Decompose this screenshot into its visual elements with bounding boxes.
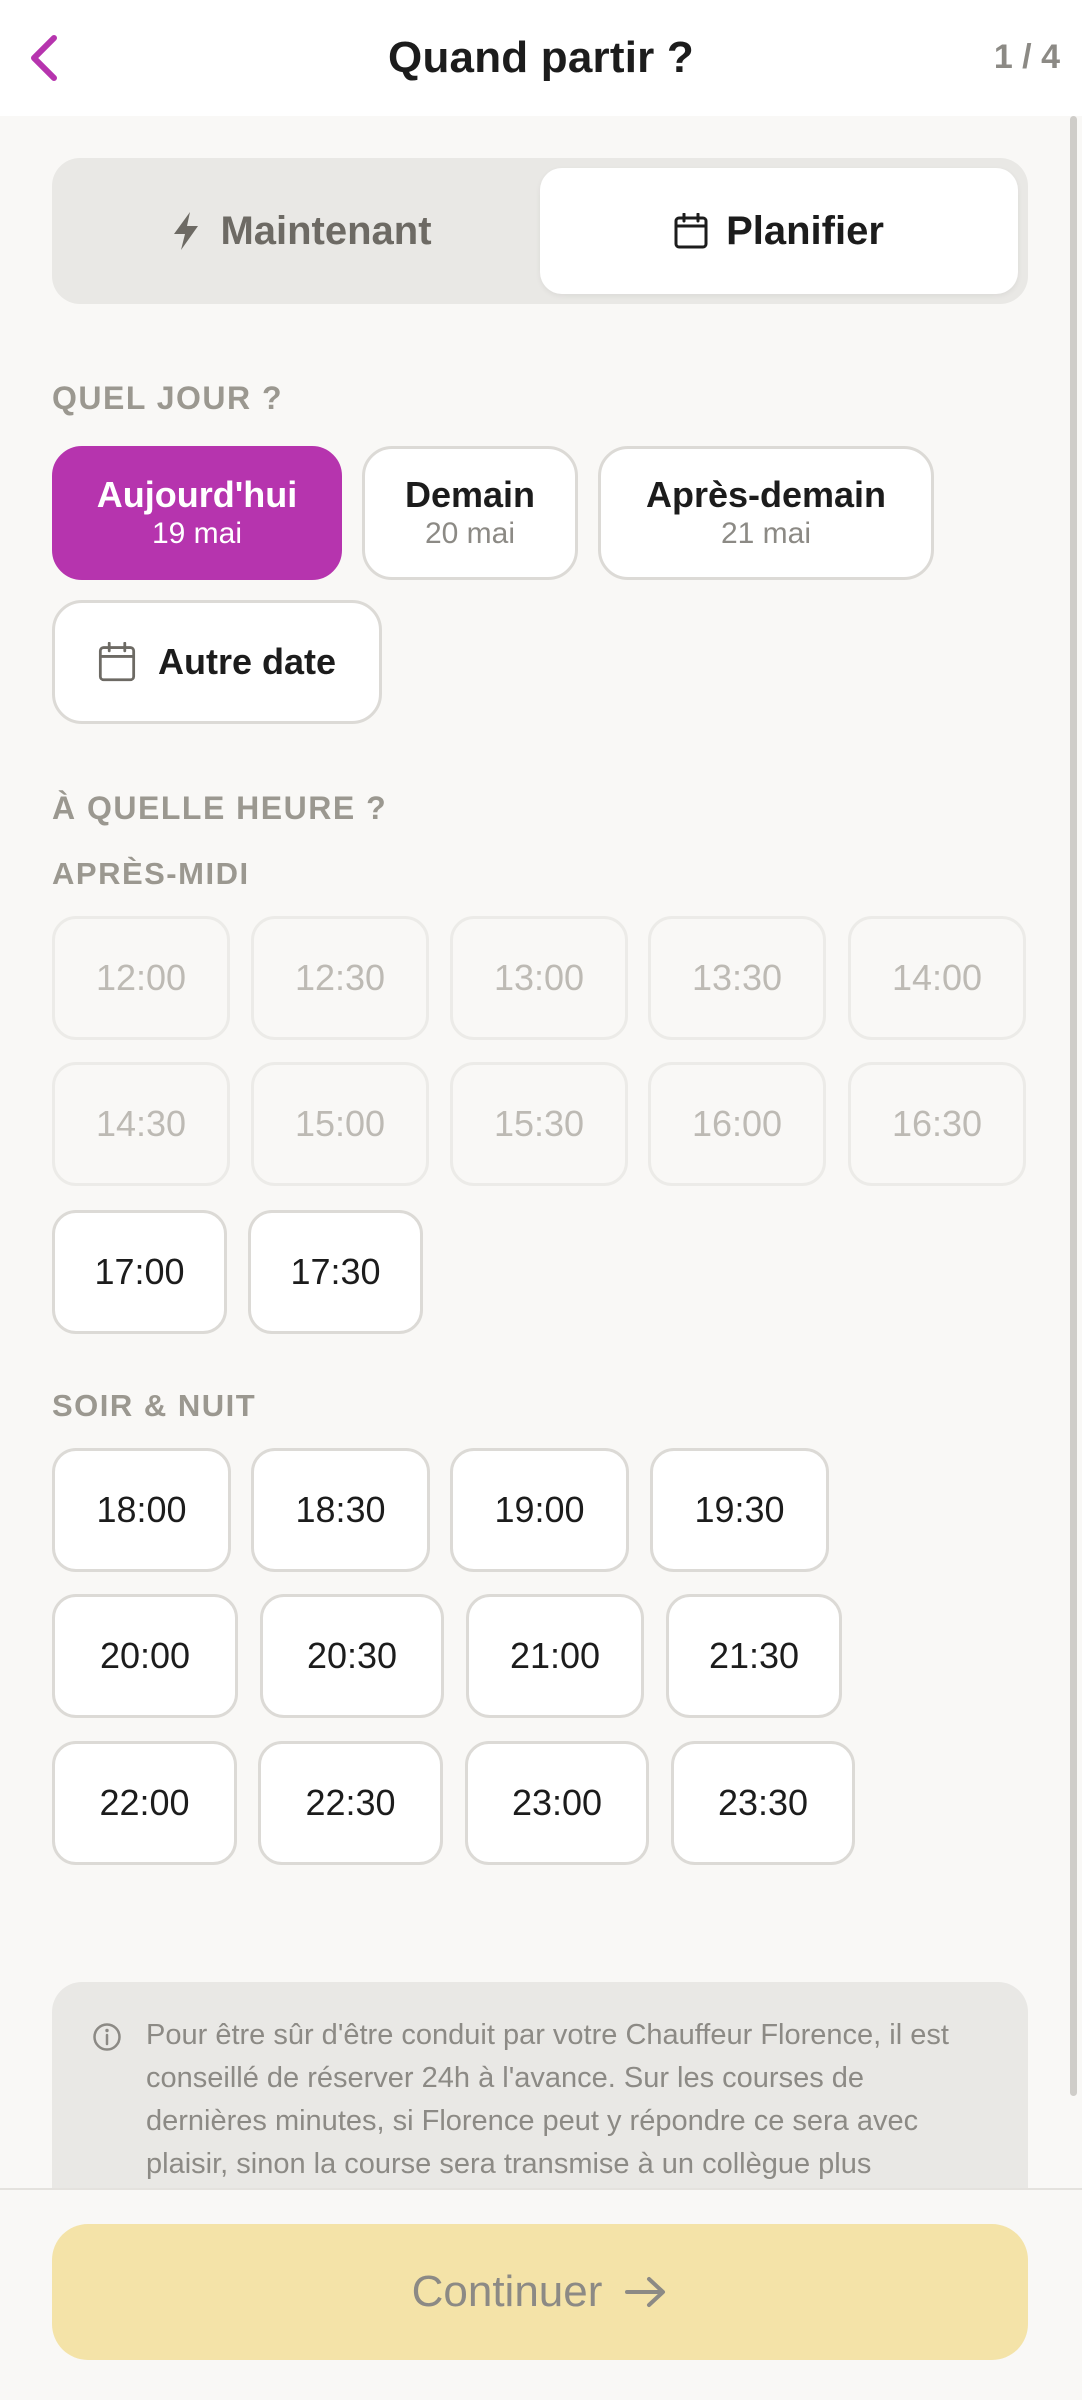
time-slot-2000[interactable]: 20:00	[52, 1594, 238, 1718]
tab-planifier-label: Planifier	[726, 208, 884, 253]
continue-button[interactable]: Continuer	[52, 2224, 1028, 2360]
time-slot-1300: 13:00	[450, 916, 628, 1040]
time-slot-2200[interactable]: 22:00	[52, 1741, 237, 1865]
time-slot-1430: 14:30	[52, 1062, 230, 1186]
time-slot-1500: 15:00	[251, 1062, 429, 1186]
day-chip-after-tomorrow-date: 21 mai	[720, 516, 812, 550]
continue-label: Continuer	[411, 2267, 603, 2316]
time-slot-1230: 12:30	[251, 916, 429, 1040]
tab-planifier[interactable]: Planifier	[540, 168, 1018, 294]
time-slot-2130[interactable]: 21:30	[666, 1594, 842, 1718]
time-slot-1700[interactable]: 17:00	[52, 1210, 227, 1334]
scrollbar[interactable]	[1070, 116, 1077, 2096]
time-slot-1800[interactable]: 18:00	[52, 1448, 231, 1572]
time-slot-2230[interactable]: 22:30	[258, 1741, 443, 1865]
lightning-icon	[174, 212, 199, 250]
day-section-label: QUEL JOUR ?	[52, 380, 284, 416]
time-slot-2030[interactable]: 20:30	[260, 1594, 444, 1718]
step-indicator: 1 / 4	[993, 38, 1060, 76]
mode-toggle: Maintenant Planifier	[52, 158, 1028, 304]
evening-label: SOIR & NUIT	[52, 1388, 257, 1423]
time-section-label: À QUELLE HEURE ?	[52, 790, 388, 826]
time-slot-1530: 15:30	[450, 1062, 628, 1186]
arrow-right-icon	[625, 2277, 666, 2307]
time-slot-1930[interactable]: 19:30	[650, 1448, 829, 1572]
tab-maintenant[interactable]: Maintenant	[62, 168, 540, 294]
time-slot-1630: 16:30	[848, 1062, 1026, 1186]
chevron-left-icon	[31, 35, 57, 81]
day-chip-tomorrow-label: Demain	[404, 474, 536, 516]
calendar-icon	[98, 642, 136, 682]
time-slot-1730[interactable]: 17:30	[248, 1210, 423, 1334]
time-slot-2100[interactable]: 21:00	[466, 1594, 644, 1718]
day-chip-today-label: Aujourd'hui	[96, 474, 298, 516]
time-slot-2330[interactable]: 23:30	[671, 1741, 855, 1865]
day-chip-after-tomorrow[interactable]: Après-demain 21 mai	[598, 446, 934, 580]
time-slot-1830[interactable]: 18:30	[251, 1448, 430, 1572]
day-chip-tomorrow[interactable]: Demain 20 mai	[362, 446, 578, 580]
afternoon-label: APRÈS-MIDI	[52, 856, 250, 891]
time-slot-1400: 14:00	[848, 916, 1026, 1040]
calendar-icon	[674, 213, 708, 249]
tab-maintenant-label: Maintenant	[220, 208, 432, 253]
info-icon	[93, 2023, 121, 2051]
day-chip-tomorrow-date: 20 mai	[424, 516, 516, 550]
other-date-button[interactable]: Autre date	[52, 600, 382, 724]
day-chip-after-tomorrow-label: Après-demain	[645, 474, 887, 516]
footer: Continuer	[0, 2188, 1082, 2400]
time-slot-2300[interactable]: 23:00	[465, 1741, 649, 1865]
day-chip-today[interactable]: Aujourd'hui 19 mai	[52, 446, 342, 580]
page-title: Quand partir ?	[388, 33, 694, 82]
time-slot-1200: 12:00	[52, 916, 230, 1040]
time-slot-1900[interactable]: 19:00	[450, 1448, 629, 1572]
header: Quand partir ? 1 / 4	[0, 0, 1082, 116]
time-slot-1600: 16:00	[648, 1062, 826, 1186]
day-chip-today-date: 19 mai	[151, 516, 243, 550]
back-button[interactable]	[14, 28, 74, 88]
time-slot-1330: 13:30	[648, 916, 826, 1040]
other-date-label: Autre date	[157, 641, 337, 683]
